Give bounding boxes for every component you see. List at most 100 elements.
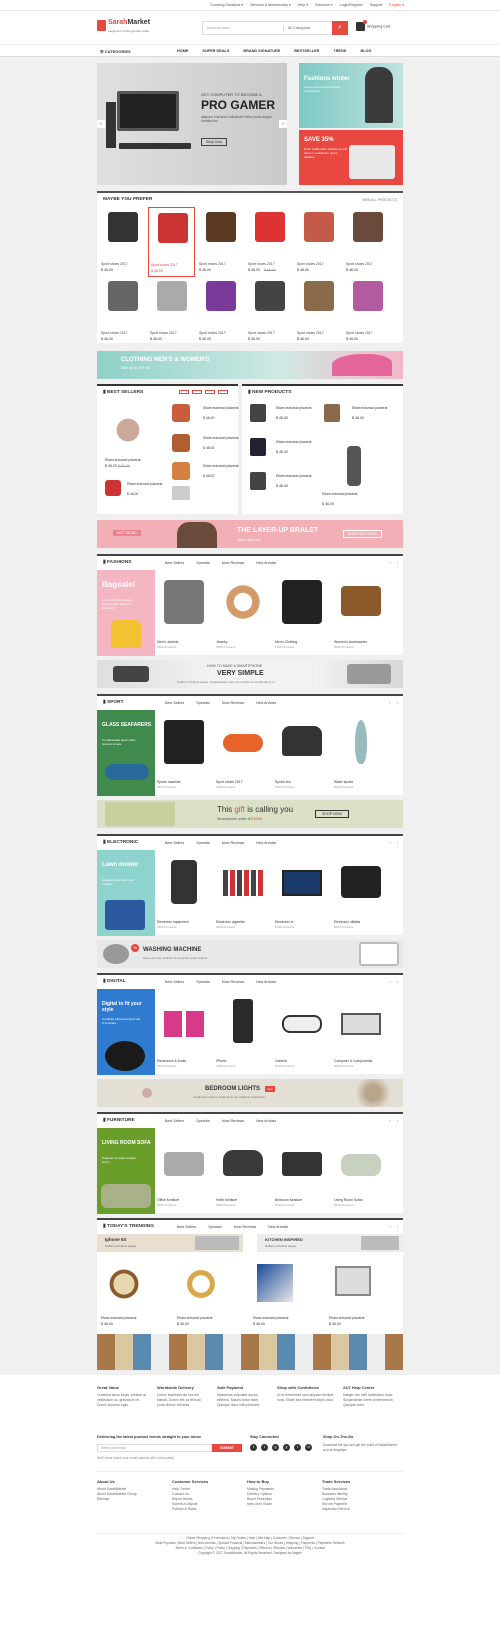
category-item[interactable]: Office furniture 3562 Products (155, 1128, 213, 1214)
promo-fashions-winter[interactable]: Fashions winter Lorem ipsum dolor sit am… (299, 63, 403, 128)
product-name[interactable]: Etiam euismod placerat (253, 1316, 288, 1320)
banner-bedroom-lights[interactable]: BEDROOM LIGHTS new Vestibulum ultrices n… (97, 1079, 403, 1107)
product-name[interactable]: Etiam euismod placerat (322, 492, 357, 496)
logo-icon[interactable] (97, 20, 106, 31)
promo-kitchen[interactable]: KITCHEN INSPIRED Nullam et finibus augue… (257, 1234, 403, 1252)
category-item[interactable]: Sports bra 5790 Products (273, 710, 331, 796)
tab-most-reviews[interactable]: Most Reviews (222, 701, 244, 705)
nav-bestseller[interactable]: BESTSELLER (294, 49, 319, 53)
search-button[interactable]: ⌕ (332, 21, 348, 35)
footer-link[interactable]: New User Guide (247, 1502, 274, 1507)
next-icon[interactable]: › (397, 700, 398, 705)
tab-new-arrivals[interactable]: New Arrivals (268, 1225, 288, 1229)
tab-new-arrivals[interactable]: New Arrivals (256, 841, 276, 845)
tab-most-reviews[interactable]: Most Reviews (222, 980, 244, 984)
next-icon[interactable]: › (397, 979, 398, 984)
product-name[interactable]: Sport shoes 2017 (297, 331, 324, 335)
tab-new-arrivals[interactable]: New Arrivals (256, 561, 276, 565)
top-link-sourcing[interactable]: Sourcing Solutions ▾ (210, 3, 243, 7)
prev-icon[interactable]: ‹ (389, 700, 390, 705)
product-name[interactable]: Etiam euismod placerat (203, 464, 238, 468)
product-name[interactable]: Etiam euismod placerat (203, 406, 238, 410)
category-item[interactable]: Sport shoes 2017 4636 Products (214, 710, 272, 796)
product-name[interactable]: Sport shoes 2017 (101, 331, 128, 335)
footer-link[interactable]: Inspection Service (322, 1507, 350, 1512)
product-name[interactable]: Etiam euismod placerat (276, 440, 311, 444)
product-name[interactable]: Sport shoes 2017 (151, 263, 178, 267)
tab-specials[interactable]: Specials (196, 561, 210, 565)
furniture-promo[interactable]: LIVING ROOM SOFA Praesent et quam feugia… (97, 1128, 155, 1214)
category-item[interactable]: Hotel furniture 4636 Products (214, 1128, 272, 1214)
category-item[interactable]: Electronic cigarette 4636 Products (214, 850, 272, 936)
prev-icon[interactable]: ‹ (389, 1224, 390, 1229)
nav-blog[interactable]: BLOG (360, 49, 371, 53)
banner-smartphone[interactable]: HOW TO MAKE A SMARTPHONE VERY SIMPLE Nul… (97, 660, 403, 688)
tab-specials[interactable]: Specials (196, 980, 210, 984)
product-name[interactable]: Sport shoes 2017 (248, 262, 275, 266)
prev-icon[interactable]: ‹ (389, 840, 390, 845)
tab-most-reviews[interactable]: Most Reviews (222, 1119, 244, 1123)
instagram-icon[interactable]: i (294, 1444, 301, 1451)
tab-specials[interactable]: Specials (196, 1119, 210, 1123)
product-name[interactable]: Etiam euismod placerat (329, 1316, 364, 1320)
category-item[interactable]: Electronic utilities 8542 Products (332, 850, 390, 936)
tab-most-reviews[interactable]: Most Reviews (234, 1225, 256, 1229)
category-item[interactable]: Camera 5790 Products (273, 989, 331, 1075)
prev-icon[interactable]: ‹ (389, 560, 390, 565)
tab-new-arrivals[interactable]: New Arrivals (256, 980, 276, 984)
top-link-help[interactable]: Help ▾ (298, 3, 308, 7)
prev-icon[interactable]: ‹ (389, 1118, 390, 1123)
category-item[interactable]: Men's Clothing 5790 Products (273, 570, 331, 656)
hero-next-arrow[interactable]: › (279, 120, 287, 128)
category-item[interactable]: Electronics & Audio 3562 Products (155, 989, 213, 1075)
language-select[interactable]: English ▾ (389, 3, 404, 7)
google-plus-icon[interactable]: g (272, 1444, 279, 1451)
prev-icon[interactable]: ‹ (389, 979, 390, 984)
fashions-promo[interactable]: Bagsale! Lorem et finibus augue. Suspend… (97, 570, 155, 656)
product-name[interactable]: Sport shoes 2017 (199, 331, 226, 335)
category-item[interactable]: Electronic equipment 3562 Products (155, 850, 213, 936)
product-name[interactable]: Etiam euismod placerat (127, 482, 162, 486)
thumbnail-strip[interactable] (97, 1334, 403, 1370)
search-category-select[interactable]: All Categories (283, 26, 310, 33)
category-item[interactable]: Water sports 8542 Products (332, 710, 390, 796)
product-name[interactable]: Sport shoes 2017 (101, 262, 128, 266)
banner-clothing[interactable]: CLOTHING MEN'S & WOMEN'S Sale up to 70% … (97, 351, 403, 379)
tab-new-arrivals[interactable]: New Arrivals (256, 701, 276, 705)
category-item[interactable]: Men's Jackets 3562 Products (155, 570, 213, 656)
product-name[interactable]: Sport shoes 2017 (199, 262, 226, 266)
product-name[interactable]: Etiam euismod placerat (101, 1316, 136, 1320)
newsletter-submit-button[interactable]: SUBMIT (212, 1444, 242, 1452)
product-name[interactable]: Sport shoes 2017 (248, 331, 275, 335)
facebook-icon[interactable]: f (250, 1444, 257, 1451)
tab-best-sellers[interactable]: Best Sellers (165, 980, 184, 984)
tab-specials[interactable]: Specials (196, 701, 210, 705)
categories-menu[interactable]: ☰ CATEGORIES (97, 45, 165, 57)
banner-gift[interactable]: This gift is calling you Smartphone unde… (97, 800, 403, 828)
top-link-support[interactable]: Support (370, 3, 383, 7)
tab-most-reviews[interactable]: Most Reviews (222, 841, 244, 845)
product-name[interactable]: Sport shoes 2017 (297, 262, 324, 266)
shop-now-button[interactable]: SHOP NOW (315, 810, 349, 818)
search-input[interactable]: Keyword here... (207, 26, 232, 30)
footer-link[interactable]: Policies & Rules (172, 1507, 208, 1512)
nav-trend[interactable]: TREND (333, 49, 346, 53)
electronic-promo[interactable]: Lawn mower Aliquam etiam diam sed sodale… (97, 850, 155, 936)
banner-layer-up[interactable]: HOT TREND THE LAYER-UP BRALET Over and o… (97, 520, 403, 548)
top-link-services[interactable]: Services & Membership ▾ (250, 3, 291, 7)
product-name[interactable]: Etiam euismod placerat (276, 474, 311, 478)
footer-link[interactable]: Sitemap (97, 1497, 137, 1502)
promo-iphone[interactable]: Iphone 6S Nullam et finibus augue. (97, 1234, 243, 1252)
category-item[interactable]: Sports machine 3562 Products (155, 710, 213, 796)
product-name[interactable]: Etiam euismod placerat (352, 406, 387, 410)
next-icon[interactable]: › (397, 1118, 398, 1123)
category-item[interactable]: Computer & Components 8542 Products (332, 989, 390, 1075)
nav-home[interactable]: HOME (177, 49, 188, 53)
category-item[interactable]: Living Room Sofas 8542 Products (332, 1128, 390, 1214)
category-item[interactable]: Electronic tv 5790 Products (273, 850, 331, 936)
top-link-login[interactable]: Login/Register (340, 3, 363, 7)
tab-new-arrivals[interactable]: New Arrivals (256, 1119, 276, 1123)
shop-hot-items-button[interactable]: SHOP HOT ITEMS (343, 530, 382, 538)
tab-most-reviews[interactable]: Most Reviews (222, 561, 244, 565)
cart-button[interactable]: Shopping Cart (356, 20, 390, 31)
